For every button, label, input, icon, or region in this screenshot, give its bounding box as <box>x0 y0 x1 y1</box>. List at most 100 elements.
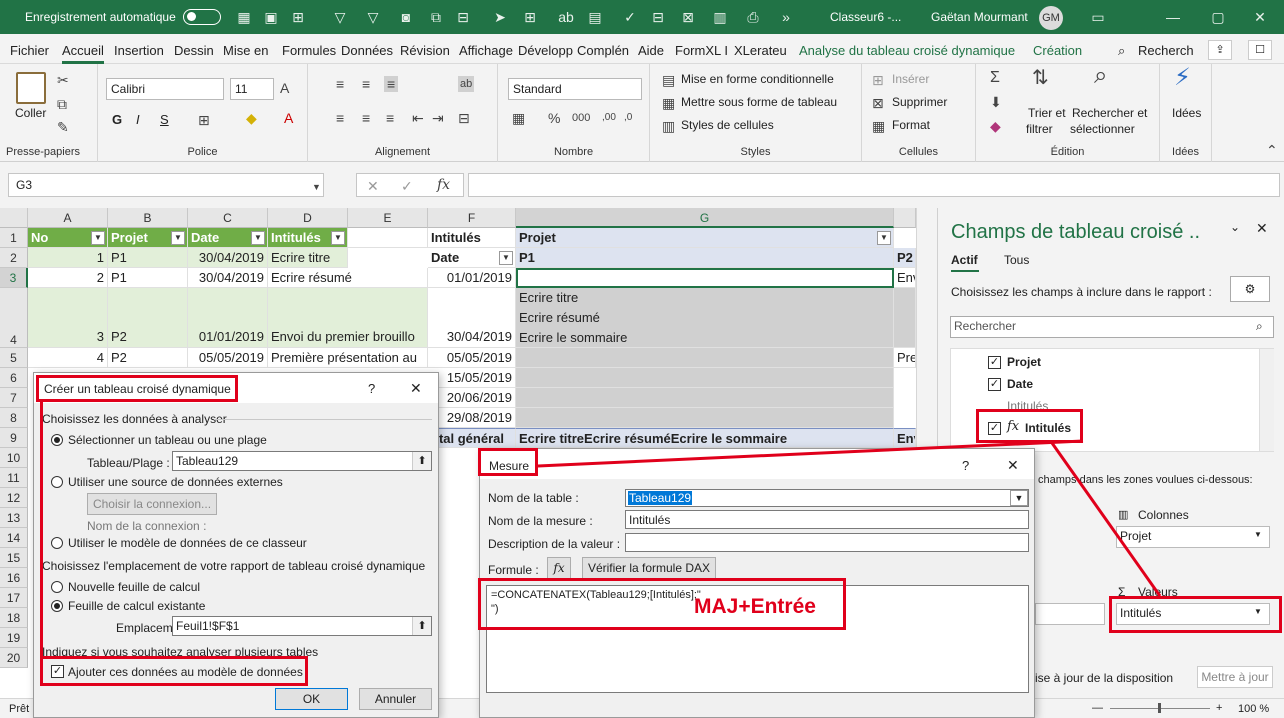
row-header-1[interactable]: 1 <box>0 228 28 248</box>
table-header-no[interactable]: No ▼ <box>28 228 108 248</box>
cell-b3[interactable]: P1 <box>108 268 188 288</box>
cond-format-button[interactable]: Mise en forme conditionnelle <box>681 72 834 86</box>
strike-icon[interactable]: ab <box>558 9 574 25</box>
merge-icon[interactable]: ⊟ <box>458 110 470 126</box>
currency-icon[interactable]: ▦ <box>512 110 525 126</box>
autosum-icon[interactable]: Σ <box>990 70 1000 86</box>
pane-tab-active[interactable]: Actif <box>951 253 978 267</box>
table-header-date[interactable]: Date ▼ <box>188 228 268 248</box>
format-icon[interactable]: ⊠ <box>680 9 696 25</box>
tab-revision[interactable]: Révision <box>400 43 450 58</box>
clear-icon[interactable]: ◆ <box>990 118 1001 134</box>
location-collapse-icon[interactable]: ⬆ <box>412 617 431 635</box>
filter-dropdown-icon[interactable]: ▼ <box>499 251 513 265</box>
row-header-11[interactable]: 11 <box>0 468 28 488</box>
cell-f5[interactable]: 05/05/2019 <box>428 348 516 368</box>
italic-button[interactable]: I <box>136 112 140 127</box>
number-icon[interactable]: ▤ <box>587 9 603 25</box>
font-size-select[interactable]: 11 <box>230 78 274 100</box>
row-header-17[interactable]: 17 <box>0 588 28 608</box>
pane-options-icon[interactable]: ⌄ <box>1230 220 1240 234</box>
paste-button[interactable]: Coller <box>15 106 46 120</box>
share-icon[interactable]: ⇪ <box>1208 40 1232 60</box>
cell-d3[interactable]: Ecrire résumé <box>268 268 428 288</box>
delete-button[interactable]: Supprimer <box>892 95 947 109</box>
row-header-18[interactable]: 18 <box>0 608 28 628</box>
cell-b2[interactable]: P1 <box>108 248 188 268</box>
cell-c5[interactable]: 05/05/2019 <box>188 348 268 368</box>
tab-rechercher[interactable]: Recherch <box>1138 43 1194 58</box>
help-button[interactable]: ? <box>368 381 375 396</box>
tab-fichier[interactable]: Fichier <box>10 43 49 58</box>
tab-analyse-tcd[interactable]: Analyse du tableau croisé dynamique <box>799 43 1015 58</box>
zoom-level[interactable]: 100 % <box>1238 703 1269 715</box>
copy-icon[interactable]: ⧉ <box>57 96 67 112</box>
pivot-p1-label[interactable]: P1 <box>516 248 894 268</box>
table-header-projet[interactable]: Projet ▼ <box>108 228 188 248</box>
data-model-radio[interactable] <box>51 537 63 549</box>
tab-insertion[interactable]: Insertion <box>114 43 164 58</box>
cell-b4[interactable]: P2 <box>108 288 188 348</box>
cell-styles-button[interactable]: Styles de cellules <box>681 118 774 132</box>
find-select-button[interactable]: Rechercher et <box>1072 106 1147 120</box>
cell-a2[interactable]: 1 <box>28 248 108 268</box>
cancel-button[interactable]: Annuler <box>359 688 432 710</box>
cell-g9-total[interactable]: Ecrire titreEcrire résuméEcrire le somma… <box>516 428 894 448</box>
freeze-icon[interactable]: ⊞ <box>522 9 538 25</box>
tab-xlerateur[interactable]: XLerateu <box>734 43 787 58</box>
tab-aide[interactable]: Aide <box>638 43 664 58</box>
underline-button[interactable]: S <box>160 112 169 127</box>
cell-f7[interactable]: 20/06/2019 <box>428 388 516 408</box>
row-header-19[interactable]: 19 <box>0 628 28 648</box>
tab-complements[interactable]: Complén <box>577 43 629 58</box>
fill-icon[interactable]: ⬇ <box>990 94 1002 110</box>
data-model-label[interactable]: Utiliser le modèle de données de ce clas… <box>68 536 307 550</box>
search-icon[interactable]: ⌕ <box>1118 43 1125 59</box>
cell-c2[interactable]: 30/04/2019 <box>188 248 268 268</box>
cell-h3[interactable]: Env <box>894 268 916 288</box>
cell-f9-total[interactable]: otal général <box>428 428 516 448</box>
filter-dropdown-icon[interactable]: ▼ <box>171 231 185 245</box>
column-header-h[interactable] <box>894 208 916 228</box>
cell-g6[interactable] <box>516 368 894 388</box>
cell-g3-selected[interactable] <box>516 268 894 288</box>
insert-function-icon[interactable]: fx <box>437 177 450 193</box>
name-box-dropdown-icon[interactable]: ▼ <box>312 179 321 195</box>
tab-dessin[interactable]: Dessin <box>174 43 214 58</box>
row-header-16[interactable]: 16 <box>0 568 28 588</box>
filter-dropdown-icon[interactable]: ▼ <box>91 231 105 245</box>
help-button[interactable]: ? <box>962 458 969 473</box>
column-header-g[interactable]: G <box>516 208 894 228</box>
borders-icon[interactable]: ⊞ <box>198 112 210 128</box>
field-list-scrollbar[interactable] <box>1259 349 1274 451</box>
pane-tab-all[interactable]: Tous <box>1004 253 1029 267</box>
new-sheet-radio[interactable] <box>51 581 63 593</box>
grow-font-icon[interactable]: A <box>280 80 289 96</box>
check-icon[interactable]: ✓ <box>622 9 638 25</box>
field-date[interactable]: Date <box>1007 377 1033 391</box>
formula-input[interactable] <box>468 173 1280 197</box>
align-right-icon[interactable]: ≡ <box>386 110 394 126</box>
row-header-3[interactable]: 3 <box>0 268 28 288</box>
row-header-13[interactable]: 13 <box>0 508 28 528</box>
cell-g8[interactable] <box>516 408 894 428</box>
field-projet[interactable]: Projet <box>1007 355 1041 369</box>
column-header-f[interactable]: F <box>428 208 516 228</box>
columns-field-projet[interactable]: Projet <box>1116 526 1270 548</box>
pane-settings-icon[interactable]: ⚙ <box>1230 276 1270 302</box>
row-header-8[interactable]: 8 <box>0 408 28 428</box>
choose-connection-button[interactable]: Choisir la connexion... <box>87 493 217 515</box>
cell-a5[interactable]: 4 <box>28 348 108 368</box>
row-header-7[interactable]: 7 <box>0 388 28 408</box>
row-header-20[interactable]: 20 <box>0 648 28 668</box>
pivot-intitules-label[interactable]: Intitulés <box>428 228 516 248</box>
row-header-12[interactable]: 12 <box>0 488 28 508</box>
row-header-14[interactable]: 14 <box>0 528 28 548</box>
cell-h5[interactable]: Pre <box>894 348 916 368</box>
pivot-date-label[interactable]: Date ▼ <box>428 248 516 268</box>
chevron-down-icon[interactable]: ▼ <box>1254 530 1262 539</box>
maximize-icon[interactable]: ▢ <box>1210 9 1226 25</box>
zoom-thumb[interactable] <box>1158 703 1161 713</box>
ok-button[interactable]: OK <box>275 688 348 710</box>
window-icon[interactable]: ⧉ <box>428 9 444 25</box>
